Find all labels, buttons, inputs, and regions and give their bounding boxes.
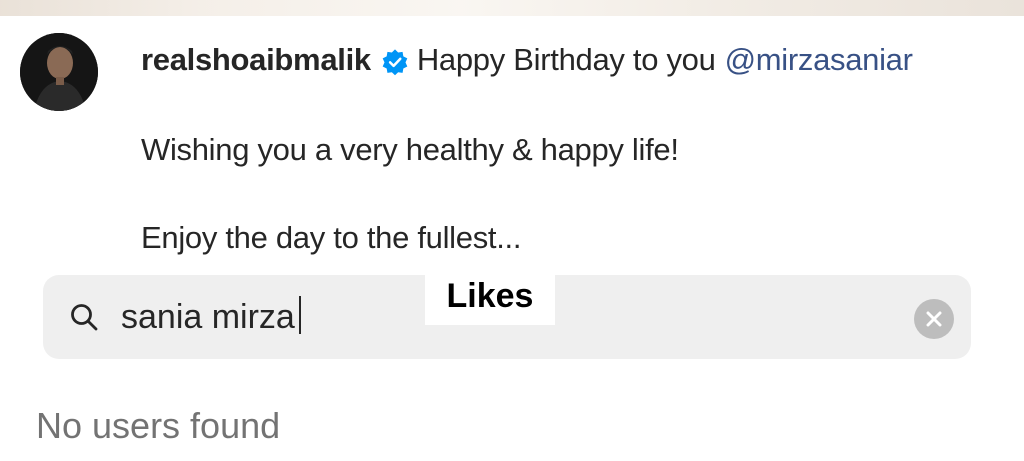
caption-line-2: Wishing you a very healthy & happy life! [141, 132, 679, 167]
caption-header: realshoaibmalik Happy Birthday to you @m… [141, 40, 1011, 80]
caption-text: Happy Birthday to you [416, 42, 716, 77]
avatar[interactable] [20, 33, 98, 111]
search-icon [69, 302, 99, 332]
clear-icon [926, 311, 942, 327]
caption-line-3: Enjoy the day to the fullest... [141, 220, 522, 255]
mention-link[interactable]: @mirzasaniar [725, 40, 913, 80]
no-results-message: No users found [36, 405, 281, 446]
clear-search-button[interactable] [914, 299, 954, 339]
username-link[interactable]: realshoaibmalik [141, 40, 371, 80]
top-image-strip [0, 0, 1024, 16]
avatar-photo [20, 33, 98, 111]
likes-title: Likes [425, 267, 555, 325]
search-input[interactable]: sania mirza [121, 295, 301, 339]
text-caret [298, 296, 301, 334]
verified-badge-icon [381, 46, 409, 76]
post-caption: realshoaibmalik Happy Birthday to you @m… [141, 40, 1011, 255]
search-input-value: sania mirza [121, 298, 295, 336]
